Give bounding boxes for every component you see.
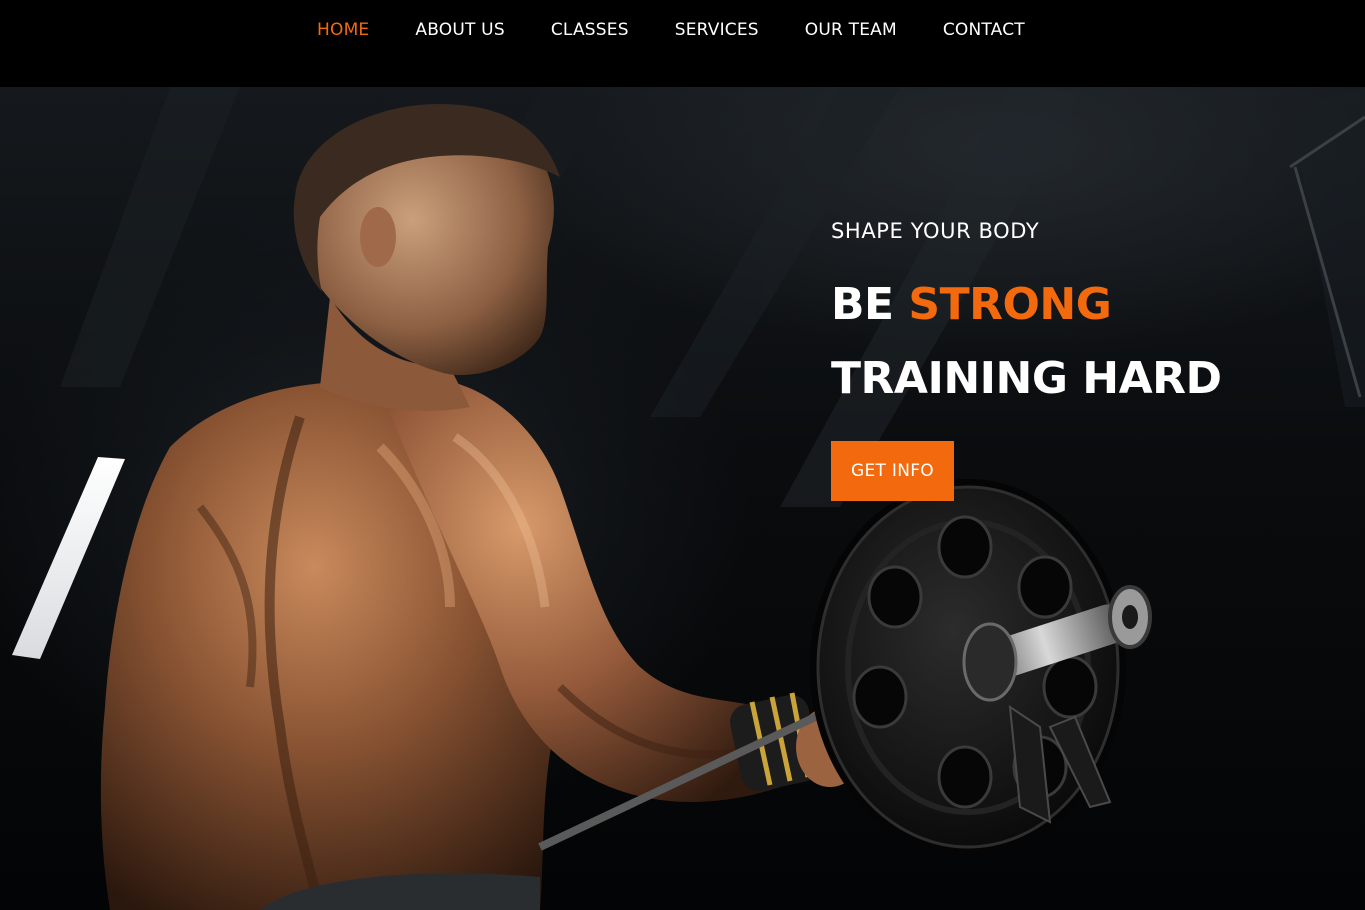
headline-prefix: BE bbox=[831, 279, 894, 330]
nav-item-about-us[interactable]: ABOUT US bbox=[415, 19, 504, 41]
nav-item-classes[interactable]: CLASSES bbox=[551, 19, 629, 41]
hero-headline-line1: BE STRONG bbox=[831, 279, 1222, 331]
hero-section: SHAPE YOUR BODY BE STRONG TRAINING HARD … bbox=[0, 87, 1365, 910]
hero-eyebrow: SHAPE YOUR BODY bbox=[831, 219, 1040, 243]
top-navigation-bar: HOME ABOUT US CLASSES SERVICES OUR TEAM … bbox=[0, 0, 1365, 87]
nav-item-services[interactable]: SERVICES bbox=[675, 19, 759, 41]
hero-headline-line2: TRAINING HARD bbox=[831, 353, 1222, 404]
get-info-button[interactable]: GET INFO bbox=[831, 441, 954, 501]
hero-text-block: SHAPE YOUR BODY BE STRONG TRAINING HARD … bbox=[831, 217, 1222, 501]
nav-item-contact[interactable]: CONTACT bbox=[943, 19, 1025, 41]
page: HOME ABOUT US CLASSES SERVICES OUR TEAM … bbox=[0, 0, 1365, 910]
main-nav: HOME ABOUT US CLASSES SERVICES OUR TEAM … bbox=[317, 19, 1025, 41]
nav-item-our-team[interactable]: OUR TEAM bbox=[805, 19, 897, 41]
nav-item-home[interactable]: HOME bbox=[317, 19, 369, 41]
headline-accent: STRONG bbox=[908, 279, 1112, 330]
